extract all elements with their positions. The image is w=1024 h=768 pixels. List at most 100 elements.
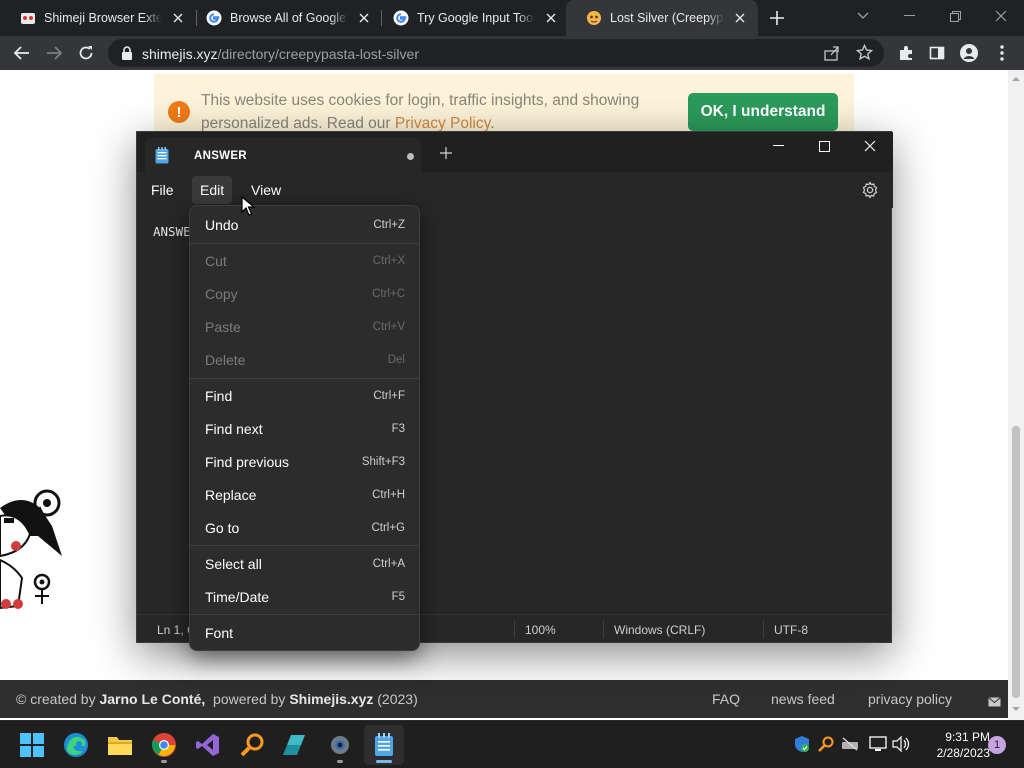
- side-panel-icon[interactable]: [923, 39, 951, 67]
- chrome-icon[interactable]: [144, 725, 184, 765]
- browser-tab-google-input-tools[interactable]: Try Google Input Tools online: [373, 0, 569, 36]
- menu-item-replace[interactable]: Replace Ctrl+H: [194, 480, 415, 510]
- footer-news-feed-link[interactable]: news feed: [771, 691, 835, 707]
- tab-close-icon[interactable]: [541, 8, 561, 28]
- menu-file[interactable]: File: [143, 176, 182, 204]
- notepad-minimize-button[interactable]: [755, 132, 801, 160]
- menu-edit[interactable]: Edit: [192, 176, 233, 204]
- menu-item-time-date[interactable]: Time/Date F5: [194, 582, 415, 612]
- extensions-puzzle-icon[interactable]: [892, 39, 920, 67]
- notepad-new-tab-plus-icon[interactable]: [439, 146, 453, 160]
- url-host: shimejis.xyz: [142, 46, 218, 62]
- privacy-policy-link[interactable]: Privacy Policy: [395, 115, 490, 132]
- menu-item-copy[interactable]: Copy Ctrl+C: [194, 279, 415, 309]
- menu-item-label: Font: [205, 625, 234, 641]
- menu-item-label: Find next: [205, 421, 263, 437]
- settings-gear-icon[interactable]: [861, 181, 879, 199]
- file-explorer-icon[interactable]: [100, 725, 140, 765]
- menu-item-find-previous[interactable]: Find previous Shift+F3: [194, 447, 415, 477]
- profile-avatar-icon[interactable]: [955, 39, 983, 67]
- tab-close-icon[interactable]: [168, 8, 188, 28]
- menu-item-find[interactable]: Find Ctrl+F: [194, 381, 415, 411]
- menu-separator: [190, 243, 419, 244]
- running-indicator: [161, 760, 167, 763]
- menu-item-font[interactable]: Font: [194, 618, 415, 648]
- tray-drive-icon[interactable]: [841, 735, 859, 753]
- bookmark-star-icon[interactable]: [855, 43, 874, 64]
- close-window-button[interactable]: [978, 0, 1024, 32]
- browser-tab-shimeji-extension[interactable]: Shimeji Browser Extension: [0, 0, 196, 36]
- volume-icon[interactable]: [892, 735, 910, 753]
- footer-faq-link[interactable]: FAQ: [712, 691, 740, 707]
- notepad-taskbar-icon[interactable]: [364, 725, 404, 765]
- taskbar-clock[interactable]: 9:31 PM 2/28/2023: [912, 729, 990, 761]
- menu-item-undo[interactable]: Undo Ctrl+Z: [194, 210, 415, 240]
- tab-close-icon[interactable]: [354, 8, 374, 28]
- notepad-maximize-button[interactable]: [801, 132, 847, 160]
- menu-item-label: Copy: [205, 286, 238, 302]
- kebab-menu-icon[interactable]: [988, 39, 1016, 67]
- menu-separator: [190, 614, 419, 615]
- share-icon[interactable]: [824, 45, 840, 64]
- footer-privacy-policy-link[interactable]: privacy policy: [868, 691, 952, 707]
- address-bar[interactable]: shimejis.xyz/directory/creepypasta-lost-…: [108, 39, 884, 67]
- mail-icon[interactable]: [988, 694, 1001, 710]
- search-magnifier-icon[interactable]: [232, 725, 272, 765]
- status-encoding[interactable]: UTF-8: [774, 623, 808, 637]
- browser-toolbar: shimejis.xyz/directory/creepypasta-lost-…: [0, 36, 1024, 70]
- network-icon[interactable]: [869, 735, 887, 753]
- minimize-button[interactable]: [886, 0, 932, 32]
- notepad-icon: [155, 147, 169, 164]
- status-line-ending[interactable]: Windows (CRLF): [614, 623, 705, 637]
- notification-count-badge[interactable]: 1: [988, 736, 1006, 754]
- footer-author-link[interactable]: Jarno Le Conté,: [99, 691, 205, 707]
- browser-tab-google-products[interactable]: Browse All of Google's Products: [186, 0, 382, 36]
- new-tab-button[interactable]: [765, 6, 789, 30]
- status-divider: [514, 620, 515, 638]
- forward-arrow-icon[interactable]: [40, 39, 68, 67]
- url-text: shimejis.xyz/directory/creepypasta-lost-…: [142, 46, 419, 62]
- status-zoom[interactable]: 100%: [525, 623, 556, 637]
- visual-studio-icon[interactable]: [188, 725, 228, 765]
- scroll-down-arrow-icon[interactable]: [1008, 704, 1024, 714]
- notepad-titlebar: ANSWER: [137, 132, 893, 172]
- notepad-close-button[interactable]: [847, 132, 893, 160]
- menu-item-select-all[interactable]: Select all Ctrl+A: [194, 549, 415, 579]
- scrollbar-thumb[interactable]: [1012, 426, 1020, 698]
- tab-search-chevron-down-icon[interactable]: [840, 0, 886, 32]
- cookie-accept-button[interactable]: OK, I understand: [688, 93, 838, 131]
- browser-tab-strip: Shimeji Browser Extension Browse All of …: [0, 0, 1024, 36]
- menu-item-go-to[interactable]: Go to Ctrl+G: [194, 513, 415, 543]
- menu-item-shortcut: Ctrl+F: [373, 390, 405, 402]
- unsaved-dot-icon[interactable]: [407, 153, 414, 160]
- menu-item-paste[interactable]: Paste Ctrl+V: [194, 312, 415, 342]
- menu-item-shortcut: Ctrl+C: [372, 288, 405, 300]
- cookie-period: .: [490, 115, 495, 132]
- shimeji-favicon-icon: [586, 10, 602, 26]
- edge-icon[interactable]: [56, 725, 96, 765]
- start-icon[interactable]: [12, 725, 52, 765]
- scroll-up-arrow-icon[interactable]: [1008, 74, 1024, 84]
- tab-close-icon[interactable]: [730, 8, 750, 28]
- menu-item-cut[interactable]: Cut Ctrl+X: [194, 246, 415, 276]
- google-favicon-icon: [206, 10, 222, 26]
- menu-item-delete[interactable]: Delete Del: [194, 345, 415, 375]
- footer-site-link[interactable]: Shimejis.xyz: [289, 691, 373, 707]
- menu-item-label: Time/Date: [205, 589, 270, 605]
- shimeji-character-image[interactable]: [0, 486, 68, 614]
- restore-button[interactable]: [932, 0, 978, 32]
- browser-tab-lost-silver[interactable]: Lost Silver (Creepypasta): [566, 0, 758, 36]
- tray-magnifier-icon[interactable]: [817, 735, 835, 753]
- notepad-document-tab[interactable]: ANSWER: [145, 138, 421, 172]
- google-favicon-icon: [393, 10, 409, 26]
- reload-icon[interactable]: [72, 39, 100, 67]
- url-path: /directory/creepypasta-lost-silver: [217, 46, 419, 62]
- settings-icon[interactable]: [320, 725, 360, 765]
- lock-icon[interactable]: [119, 45, 135, 61]
- page-scrollbar[interactable]: [1008, 70, 1024, 720]
- app-icon[interactable]: [276, 725, 316, 765]
- menu-item-find-next[interactable]: Find next F3: [194, 414, 415, 444]
- security-shield-icon[interactable]: [793, 735, 811, 753]
- back-arrow-icon[interactable]: [8, 39, 36, 67]
- status-divider: [603, 620, 604, 638]
